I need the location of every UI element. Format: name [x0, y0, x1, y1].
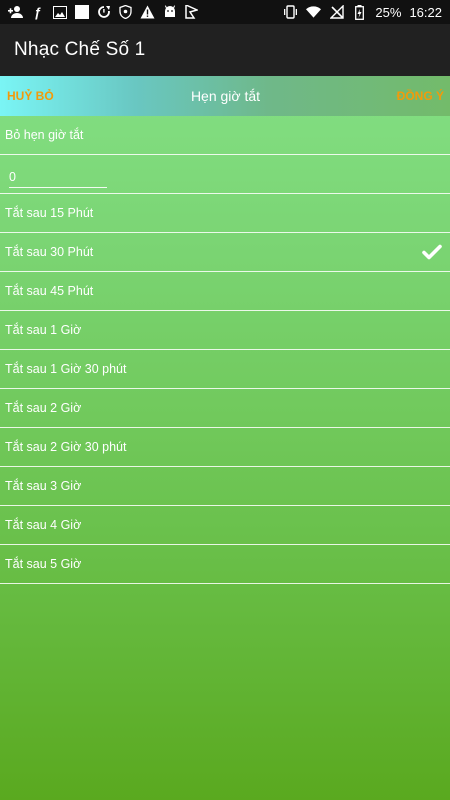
minutes-input[interactable] — [9, 166, 107, 188]
timer-option-label: Tắt sau 2 Giờ 30 phút — [5, 440, 127, 454]
confirm-button[interactable]: ĐỒNG Ý — [364, 89, 450, 103]
timer-options: Tắt sau 15 Phút Tắt sau 30 Phút Tắt sau 45… — [0, 194, 450, 584]
timer-option-label: Tắt sau 5 Giờ — [5, 557, 82, 571]
custom-minutes-row — [0, 155, 450, 194]
status-bar: ƒ 25% 16:22 — [0, 0, 450, 24]
timer-option-label: Tắt sau 3 Giờ — [5, 479, 82, 493]
facebook-icon: ƒ — [33, 4, 42, 20]
android-icon — [162, 5, 177, 20]
app-title: Nhạc Chế Số 1 — [14, 39, 146, 60]
timer-option[interactable]: Tắt sau 2 Giờ 30 phút — [0, 428, 450, 467]
timer-option[interactable]: Tắt sau 30 Phút — [0, 233, 450, 272]
shield-icon — [118, 5, 133, 20]
timer-option[interactable]: Tắt sau 1 Giờ — [0, 311, 450, 350]
flag-icon — [184, 5, 199, 20]
cancel-timer-option[interactable]: Bỏ hẹn giờ tắt — [0, 116, 450, 155]
timer-option-label: Tắt sau 30 Phút — [5, 245, 94, 259]
timer-option-label: Tắt sau 45 Phút — [5, 284, 94, 298]
system-icons: 25% 16:22 — [283, 4, 450, 20]
sleep-timer-list: Bỏ hẹn giờ tắt Tắt sau 15 Phút Tắt sau 30… — [0, 116, 450, 584]
timer-option[interactable]: Tắt sau 1 Giờ 30 phút — [0, 350, 450, 389]
timer-option[interactable]: Tắt sau 4 Giờ — [0, 506, 450, 545]
timer-option[interactable]: Tắt sau 45 Phút — [0, 272, 450, 311]
timer-option-label: Tắt sau 4 Giờ — [5, 518, 82, 532]
notification-icons: ƒ — [0, 5, 199, 20]
timer-option-label: Tắt sau 1 Giờ — [5, 323, 82, 337]
wifi-icon — [306, 5, 322, 20]
clock: 16:22 — [409, 4, 442, 20]
warning-icon — [140, 5, 155, 20]
timer-option-label: Tắt sau 2 Giờ — [5, 401, 82, 415]
dialog-header: HUỶ BỎ Hẹn giờ tắt ĐỒNG Ý — [0, 76, 450, 116]
checkmark-icon — [422, 242, 442, 262]
no-signal-icon — [329, 5, 344, 20]
timer-option[interactable]: Tắt sau 3 Giờ — [0, 467, 450, 506]
person-add-icon — [8, 5, 23, 20]
sync-icon — [96, 5, 111, 20]
dialog-title: Hẹn giờ tắt — [190, 88, 261, 104]
square-icon — [74, 5, 89, 20]
battery-charging-icon — [352, 4, 367, 20]
cancel-button[interactable]: HUỶ BỎ — [0, 89, 87, 103]
timer-option[interactable]: Tắt sau 15 Phút — [0, 194, 450, 233]
timer-option[interactable]: Tắt sau 2 Giờ — [0, 389, 450, 428]
timer-option-label: Tắt sau 1 Giờ 30 phút — [5, 362, 127, 376]
vibrate-icon — [283, 5, 298, 20]
image-icon — [52, 5, 67, 20]
app-bar: Nhạc Chế Số 1 — [0, 24, 450, 76]
timer-option[interactable]: Tắt sau 5 Giờ — [0, 545, 450, 584]
battery-percent: 25% — [375, 4, 402, 20]
cancel-timer-label: Bỏ hẹn giờ tắt — [5, 128, 84, 142]
timer-option-label: Tắt sau 15 Phút — [5, 206, 94, 220]
